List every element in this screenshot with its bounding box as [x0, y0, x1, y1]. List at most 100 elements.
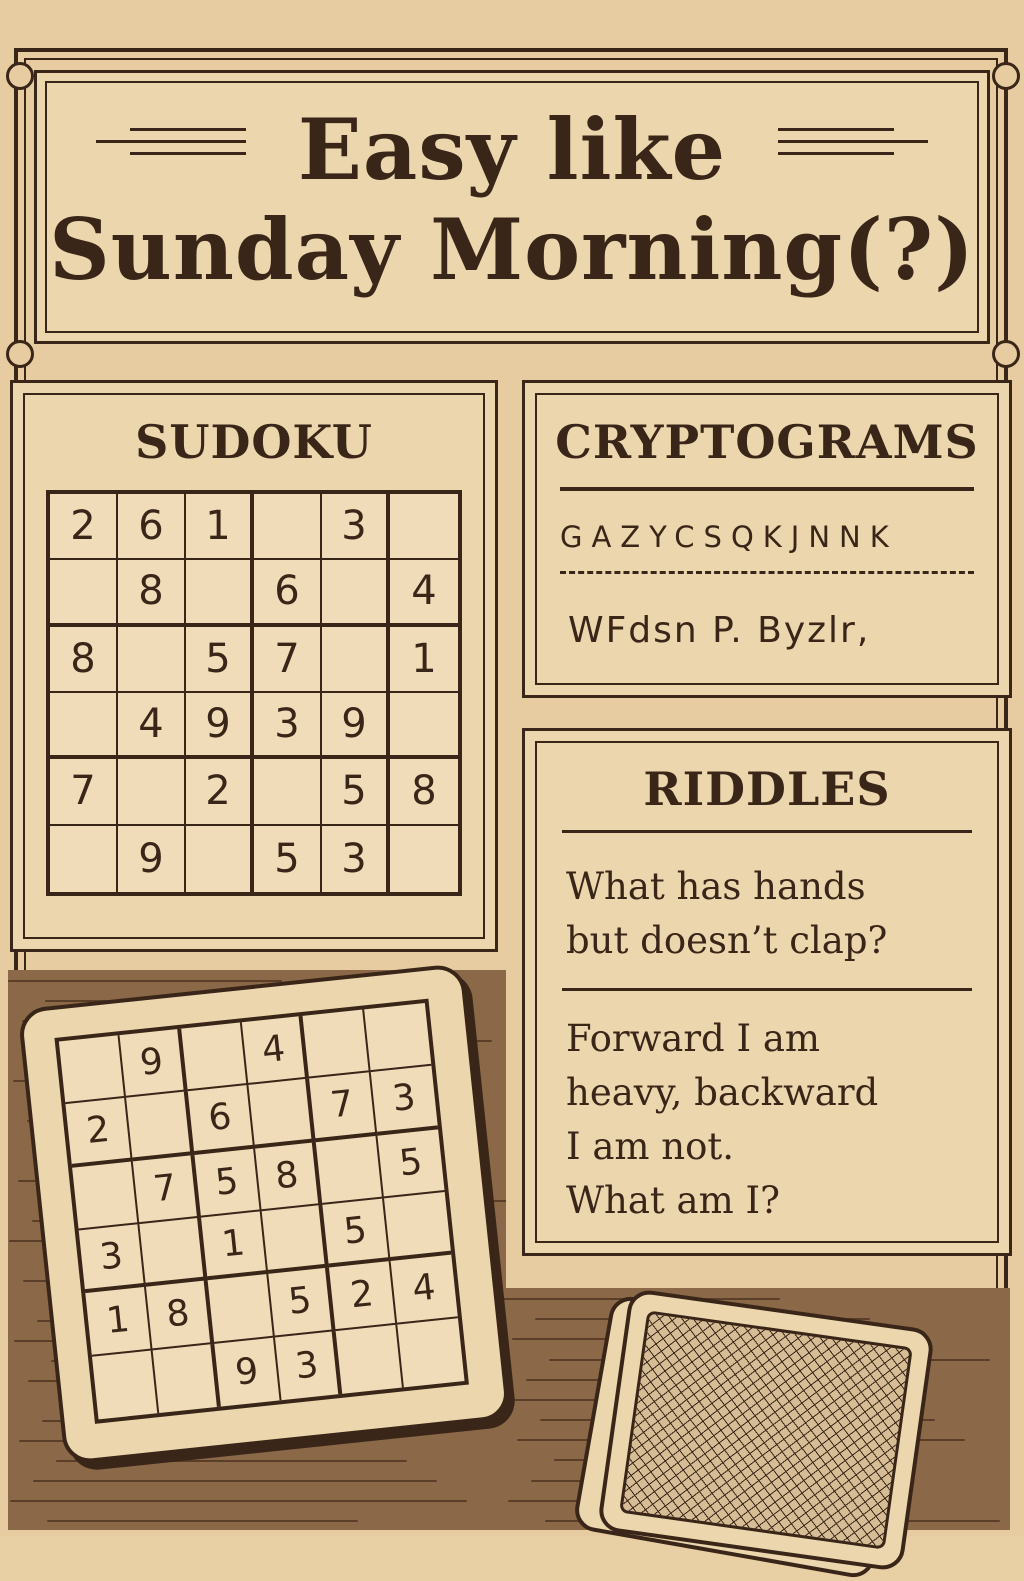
tilted-sudoku-cell: [363, 1003, 432, 1073]
tilted-sudoku-cell: 5: [322, 1198, 391, 1268]
tilted-sudoku-cell: 7: [309, 1072, 378, 1142]
sudoku-cell[interactable]: [50, 825, 118, 892]
sudoku-cell[interactable]: 5: [186, 626, 254, 693]
sudoku-cell[interactable]: [390, 826, 458, 892]
poster: Easy like Sunday Morning(?) SUDOKU 26138…: [0, 0, 1024, 1581]
tilted-sudoku-cell: 5: [268, 1267, 336, 1338]
tilted-sudoku-cell: [383, 1191, 452, 1262]
cryptograms-heading: CRYPTOGRAMS: [555, 415, 979, 469]
tilted-sudoku-cell: 4: [241, 1015, 310, 1086]
sudoku-cell[interactable]: 4: [390, 560, 458, 627]
sudoku-cell[interactable]: 2: [50, 494, 118, 561]
sudoku-cell[interactable]: 3: [322, 494, 390, 561]
sudoku-cell[interactable]: 3: [254, 693, 322, 760]
sudoku-cell[interactable]: [390, 494, 458, 561]
sudoku-cell[interactable]: 2: [186, 759, 254, 826]
playing-card: [596, 1287, 936, 1573]
sudoku-heading: SUDOKU: [135, 415, 373, 469]
sudoku-grid[interactable]: 2613864857149397258953: [46, 490, 462, 896]
sudoku-cell[interactable]: 5: [254, 825, 322, 892]
tilted-sudoku-cell: 3: [370, 1066, 439, 1136]
sudoku-cell[interactable]: [254, 759, 322, 826]
tilted-sudoku-cell: [316, 1135, 384, 1205]
riddle-2-line-3: I am not.: [566, 1125, 735, 1168]
tilted-sudoku-cell: [335, 1324, 404, 1394]
sudoku-cell[interactable]: [186, 560, 254, 627]
sudoku-cell[interactable]: 1: [390, 627, 458, 693]
sudoku-cell[interactable]: 8: [118, 560, 186, 627]
sudoku-cell[interactable]: [322, 626, 390, 693]
sudoku-cell[interactable]: [118, 759, 186, 826]
riddle-2-line-1: Forward I am: [566, 1017, 820, 1060]
sudoku-cell[interactable]: 7: [50, 759, 118, 826]
sudoku-cell[interactable]: [50, 693, 118, 760]
riddle-1-line-1: What has hands: [566, 865, 866, 908]
tilted-sudoku-cell: 1: [85, 1287, 153, 1357]
riddles-divider-2: [562, 988, 972, 991]
tilted-sudoku-cell: 8: [146, 1280, 214, 1351]
tilted-sudoku-cell: [139, 1217, 208, 1288]
corner-ornament: [6, 62, 34, 90]
tilted-sudoku-cell: 6: [187, 1085, 256, 1155]
tilted-sudoku-cell: 8: [255, 1141, 323, 1212]
sudoku-cell[interactable]: 3: [322, 825, 390, 892]
riddles-divider: [562, 830, 972, 833]
tilted-sudoku-cell: 2: [329, 1261, 397, 1331]
tilted-sudoku-cell: 1: [200, 1211, 269, 1281]
sudoku-cell[interactable]: [186, 825, 254, 892]
tilted-sudoku-cell: 5: [377, 1128, 445, 1199]
riddle-2: Forward I am heavy, backward I am not. W…: [566, 1012, 878, 1228]
tilted-sudoku-cell: [58, 1035, 127, 1105]
sudoku-cell[interactable]: 6: [118, 494, 186, 561]
tilted-sudoku-cell: [302, 1009, 371, 1079]
sudoku-cell[interactable]: 1: [186, 494, 254, 561]
riddle-2-line-4: What am I?: [566, 1179, 780, 1222]
tilted-sudoku-cell: 3: [78, 1224, 147, 1294]
sudoku-cell[interactable]: [254, 494, 322, 561]
sudoku-cell[interactable]: 9: [118, 825, 186, 892]
tilted-sudoku-cell: [248, 1078, 317, 1149]
wood-grain: [10, 1500, 467, 1502]
wood-grain: [47, 1520, 358, 1522]
riddle-2-line-2: heavy, backward: [566, 1071, 879, 1114]
corner-ornament: [6, 340, 34, 368]
corner-ornament: [992, 340, 1020, 368]
sudoku-cell[interactable]: 8: [50, 626, 118, 693]
tilted-sudoku-cell: [126, 1091, 195, 1162]
tilted-sudoku-cell: [397, 1318, 465, 1387]
sudoku-cell[interactable]: [322, 560, 390, 627]
sudoku-cell[interactable]: 6: [254, 560, 322, 627]
cryptogram-cipher: WFdsn P. Byzlr,: [568, 610, 871, 651]
tilted-sudoku-cell: [72, 1161, 140, 1231]
sudoku-cell[interactable]: 8: [390, 759, 458, 826]
sudoku-cell[interactable]: [50, 560, 118, 627]
tilted-sudoku-cell: 7: [133, 1154, 201, 1225]
tilted-sudoku-cell: 5: [194, 1148, 262, 1218]
title-line-1: Easy like: [297, 100, 727, 199]
tilted-sudoku-cell: 9: [213, 1337, 282, 1407]
sudoku-cell[interactable]: 4: [118, 693, 186, 760]
tilted-sudoku-cell: 2: [65, 1098, 134, 1168]
tilted-sudoku-cell: [207, 1274, 275, 1344]
title-line-2: Sunday Morning(?): [49, 200, 975, 299]
cryptograms-divider: [560, 487, 974, 491]
tilted-sudoku-cell: [180, 1022, 249, 1092]
riddle-1-line-2: but doesn’t clap?: [566, 919, 888, 962]
sudoku-cell[interactable]: 5: [322, 759, 390, 826]
sudoku-cell[interactable]: 9: [186, 693, 254, 760]
riddle-1: What has hands but doesn’t clap?: [566, 860, 887, 968]
sudoku-cell[interactable]: [390, 693, 458, 760]
card-back-pattern: [619, 1310, 913, 1550]
riddles-heading: RIDDLES: [643, 762, 891, 816]
cryptogram-letters: GAZYCSQKJNNK: [560, 520, 898, 554]
page-title: Easy like Sunday Morning(?): [0, 100, 1024, 300]
tilted-sudoku-grid: 94267375853151852493: [54, 998, 469, 1424]
sudoku-cell[interactable]: 7: [254, 626, 322, 693]
sudoku-cell[interactable]: 9: [322, 693, 390, 760]
tilted-sudoku-cell: 3: [274, 1330, 343, 1401]
tilted-sudoku-cell: [91, 1350, 160, 1420]
tilted-sudoku-board: 94267375853151852493: [17, 962, 511, 1466]
cryptogram-blanks[interactable]: [560, 571, 974, 574]
sudoku-cell[interactable]: [118, 626, 186, 693]
wood-grain: [33, 1480, 437, 1482]
